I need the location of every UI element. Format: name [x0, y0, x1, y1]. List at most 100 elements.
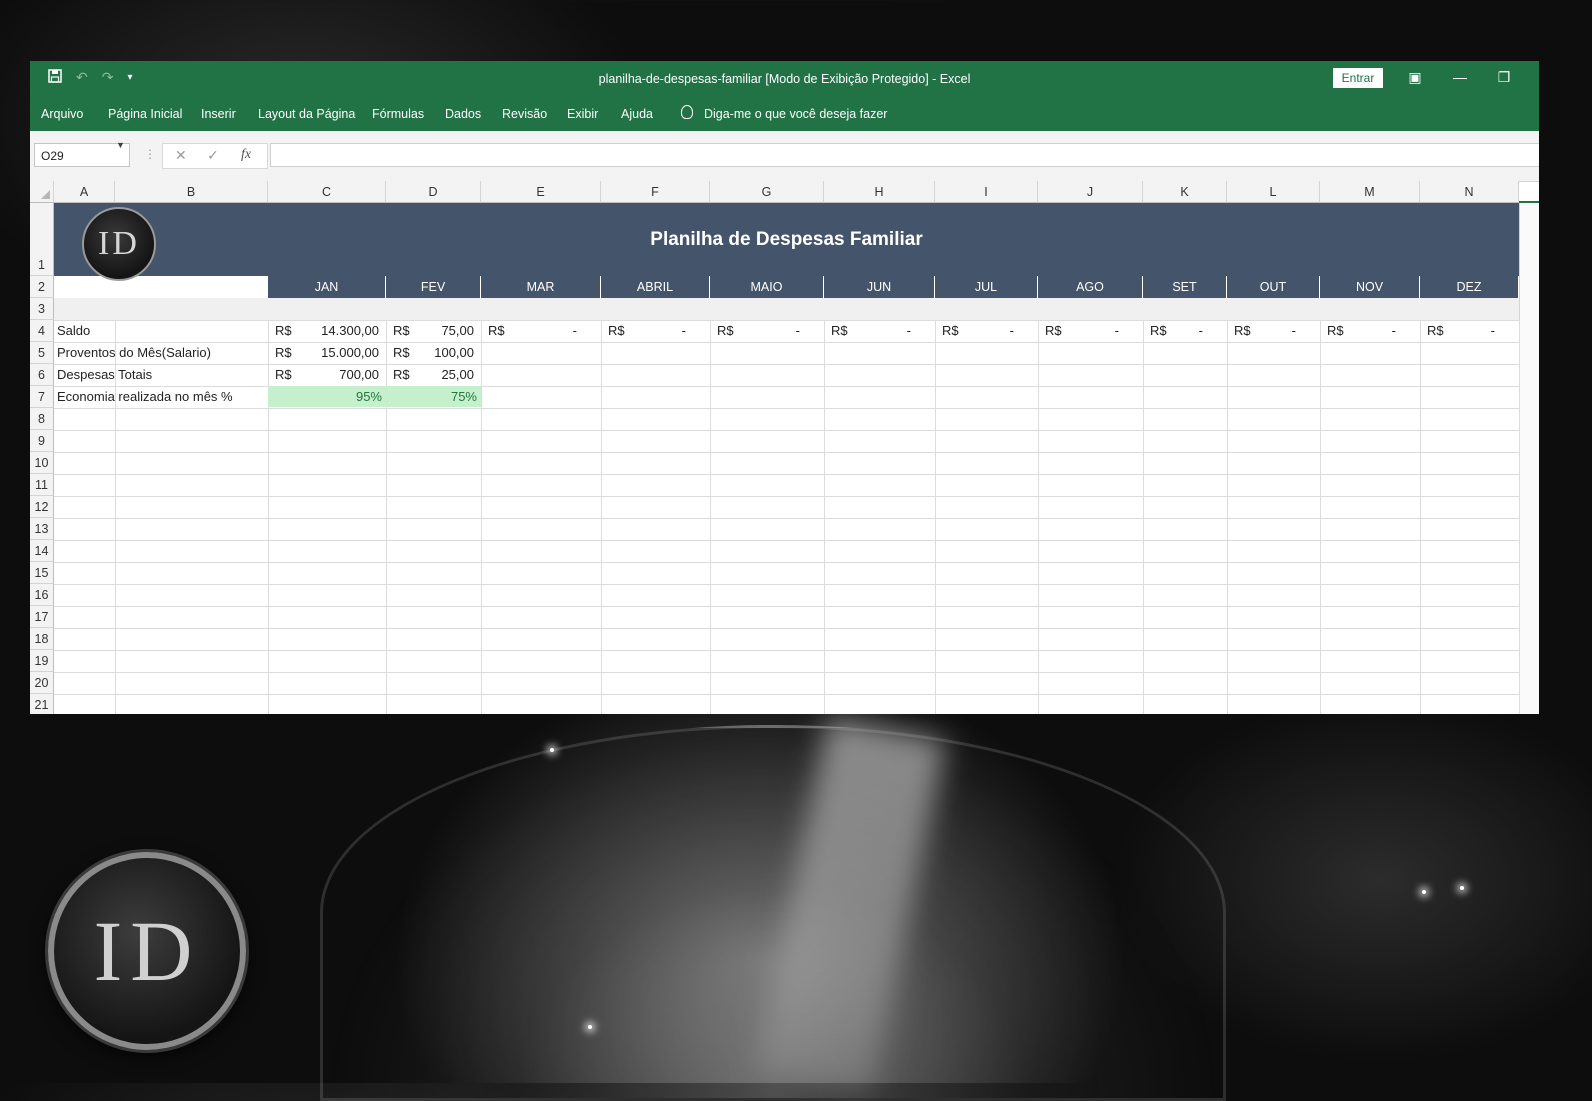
row-header-11[interactable]: 11 — [30, 474, 54, 496]
row-label[interactable]: Despesas Totais — [57, 367, 152, 382]
tell-me-search[interactable]: Diga-me o que você deseja fazer — [704, 107, 887, 121]
row-header-3[interactable]: 3 — [30, 298, 54, 320]
minimize-icon[interactable]: — — [1448, 69, 1472, 85]
row-header-7[interactable]: 7 — [30, 386, 54, 408]
month-header-out[interactable]: OUT — [1227, 276, 1320, 298]
row-header-19[interactable]: 19 — [30, 650, 54, 672]
row-header-5[interactable]: 5 — [30, 342, 54, 364]
lightbulb-icon — [681, 105, 693, 119]
month-header-mar[interactable]: MAR — [481, 276, 601, 298]
row-header-15[interactable]: 15 — [30, 562, 54, 584]
currency-value[interactable]: 15.000,00 — [268, 345, 379, 360]
column-header-d[interactable]: D — [386, 181, 481, 203]
column-header-h[interactable]: H — [824, 181, 935, 203]
month-header-ago[interactable]: AGO — [1038, 276, 1143, 298]
empty-dash[interactable]: - — [1143, 323, 1203, 338]
row-header-1[interactable]: 1 — [30, 203, 54, 276]
currency-value[interactable]: 14.300,00 — [268, 323, 379, 338]
row-3-spacer — [54, 298, 1519, 320]
row-header-21[interactable]: 21 — [30, 694, 54, 714]
row-header-14[interactable]: 14 — [30, 540, 54, 562]
tab-exibir[interactable]: Exibir — [567, 107, 598, 121]
restore-icon[interactable]: ❐ — [1492, 69, 1516, 86]
currency-value[interactable]: 700,00 — [268, 367, 379, 382]
grid-line-v — [601, 320, 602, 714]
formula-bar-grip-icon[interactable]: ⋮ — [144, 147, 156, 161]
row-header-18[interactable]: 18 — [30, 628, 54, 650]
column-header-b[interactable]: B — [115, 181, 268, 203]
currency-value[interactable]: 75,00 — [386, 323, 474, 338]
sign-in-button[interactable]: Entrar — [1333, 68, 1383, 88]
row-header-20[interactable]: 20 — [30, 672, 54, 694]
row-header-6[interactable]: 6 — [30, 364, 54, 386]
tab-revisao[interactable]: Revisão — [502, 107, 547, 121]
row-label[interactable]: Economia realizada no mês % — [57, 389, 233, 404]
ribbon-display-options-icon[interactable]: ▣ — [1403, 69, 1427, 86]
select-all-corner[interactable] — [30, 181, 54, 203]
grid-line-v — [1420, 320, 1421, 714]
empty-dash[interactable]: - — [601, 323, 686, 338]
row-label[interactable]: Saldo — [57, 323, 90, 338]
column-header-j[interactable]: J — [1038, 181, 1143, 203]
formula-input[interactable] — [270, 143, 1539, 167]
month-header-maio[interactable]: MAIO — [710, 276, 824, 298]
column-header-k[interactable]: K — [1143, 181, 1227, 203]
currency-value[interactable]: 25,00 — [386, 367, 474, 382]
row-header-8[interactable]: 8 — [30, 408, 54, 430]
savings-percent[interactable]: 95% — [268, 386, 386, 407]
row-header-10[interactable]: 10 — [30, 452, 54, 474]
grid-line-v — [1320, 320, 1321, 714]
tab-pagina-inicial[interactable]: Página Inicial — [108, 107, 182, 121]
empty-dash[interactable]: - — [1320, 323, 1396, 338]
name-box-dropdown-icon[interactable]: ▼ — [116, 140, 125, 150]
tab-dados[interactable]: Dados — [445, 107, 481, 121]
column-header-a[interactable]: A — [54, 181, 115, 203]
row-header-12[interactable]: 12 — [30, 496, 54, 518]
column-header-c[interactable]: C — [268, 181, 386, 203]
tab-arquivo[interactable]: Arquivo — [41, 107, 83, 121]
row-header-4[interactable]: 4 — [30, 320, 54, 342]
grid-line-h — [54, 320, 1519, 321]
empty-dash[interactable]: - — [1420, 323, 1495, 338]
grid-line-v — [710, 320, 711, 714]
empty-dash[interactable]: - — [710, 323, 800, 338]
row-header-9[interactable]: 9 — [30, 430, 54, 452]
column-header-l[interactable]: L — [1227, 181, 1320, 203]
tab-ajuda[interactable]: Ajuda — [621, 107, 653, 121]
column-header-m[interactable]: M — [1320, 181, 1420, 203]
month-header-jan[interactable]: JAN — [268, 276, 386, 298]
grid-line-h — [54, 606, 1519, 607]
tab-formulas[interactable]: Fórmulas — [372, 107, 424, 121]
column-header-f[interactable]: F — [601, 181, 710, 203]
tab-inserir[interactable]: Inserir — [201, 107, 236, 121]
column-header-e[interactable]: E — [481, 181, 601, 203]
insert-function-icon[interactable]: fx — [241, 147, 251, 163]
month-header-jun[interactable]: JUN — [824, 276, 935, 298]
grid-line-h — [54, 672, 1519, 673]
row-header-2[interactable]: 2 — [30, 276, 54, 298]
currency-value[interactable]: 100,00 — [386, 345, 474, 360]
month-header-nov[interactable]: NOV — [1320, 276, 1420, 298]
empty-dash[interactable]: - — [824, 323, 911, 338]
column-header-g[interactable]: G — [710, 181, 824, 203]
column-header-i[interactable]: I — [935, 181, 1038, 203]
row-header-13[interactable]: 13 — [30, 518, 54, 540]
column-header-n[interactable]: N — [1420, 181, 1519, 203]
row-header-17[interactable]: 17 — [30, 606, 54, 628]
month-header-set[interactable]: SET — [1143, 276, 1227, 298]
row-label[interactable]: Proventos do Mês(Salario) — [57, 345, 211, 360]
empty-dash[interactable]: - — [1227, 323, 1296, 338]
tab-layout-da-pagina[interactable]: Layout da Página — [258, 107, 355, 121]
empty-dash[interactable]: - — [1038, 323, 1119, 338]
month-header-dez[interactable]: DEZ — [1420, 276, 1519, 298]
month-header-abril[interactable]: ABRIL — [601, 276, 710, 298]
row-header-16[interactable]: 16 — [30, 584, 54, 606]
month-header-jul[interactable]: JUL — [935, 276, 1038, 298]
month-header-fev[interactable]: FEV — [386, 276, 481, 298]
vertical-scrollbar[interactable] — [1519, 203, 1539, 714]
enter-check-icon[interactable]: ✓ — [207, 147, 219, 164]
empty-dash[interactable]: - — [481, 323, 577, 338]
empty-dash[interactable]: - — [935, 323, 1014, 338]
savings-percent[interactable]: 75% — [386, 386, 481, 407]
cancel-icon[interactable]: ✕ — [175, 147, 187, 164]
